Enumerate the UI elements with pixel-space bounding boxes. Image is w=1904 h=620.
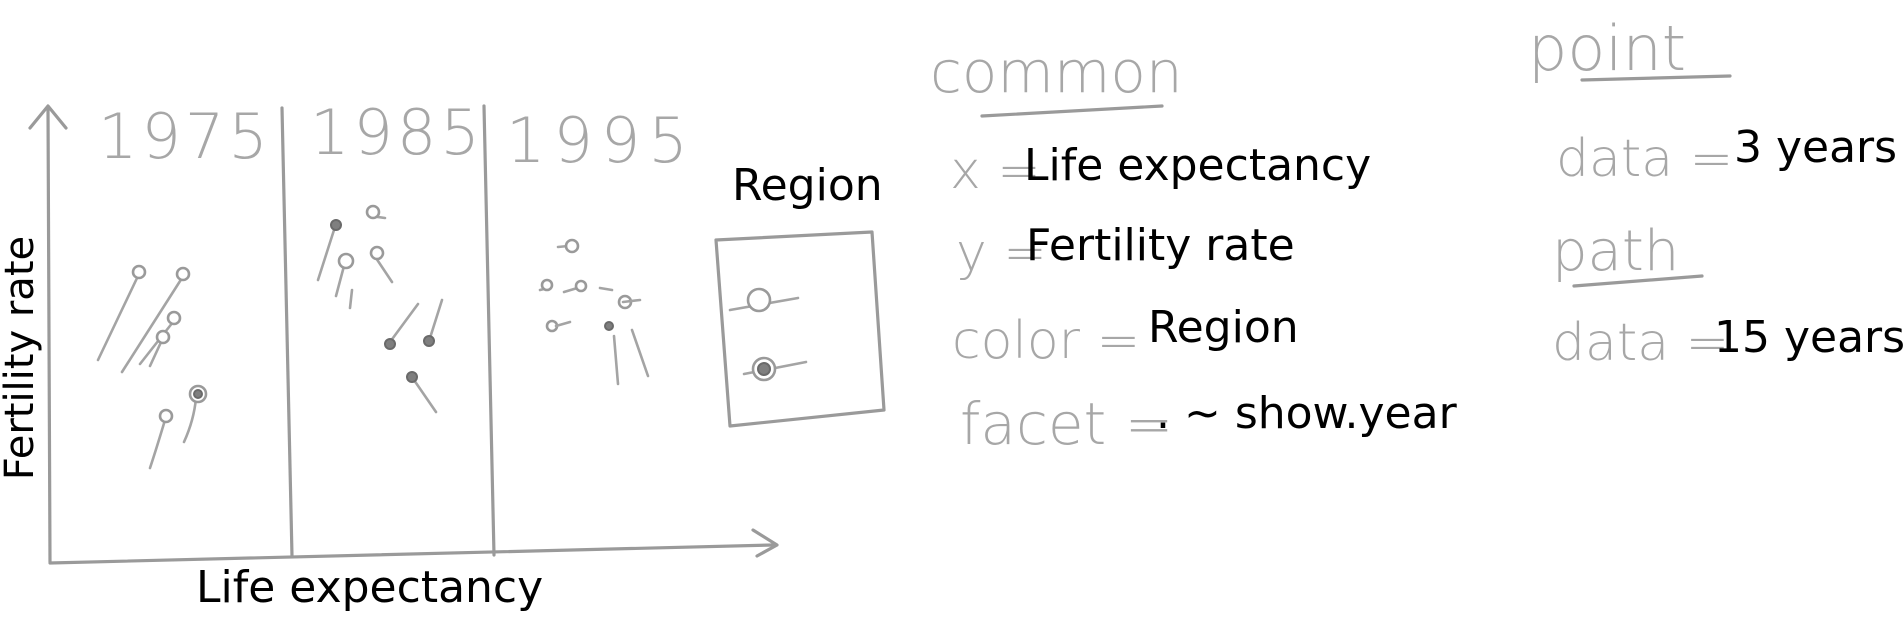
path-data-key: data = [1552,313,1729,373]
facet-value: . ~ show.year [1156,388,1457,439]
legend-key-open [746,287,772,313]
trail-path [554,320,572,328]
trail-path [412,378,438,414]
path-data-value: 15 years [1714,312,1904,363]
color-value: Region [1148,302,1299,353]
facet-1985-trails [316,204,444,414]
sketch-canvas: 1975 1985 1995 common x = y = color = fa… [0,0,1904,620]
trail-point-center [193,389,203,399]
trail-path [388,302,420,344]
point-heading: point [1528,12,1686,85]
color-key: color = [952,311,1140,371]
trail-path [182,396,198,444]
y-value: Fertility rate [1026,220,1295,271]
common-heading: common [930,38,1183,106]
trail-point [384,338,396,350]
trail-point [564,238,580,254]
x-axis-arrow [751,528,779,558]
legend-key-filled-center [757,362,771,376]
x-axis [48,543,775,565]
trail-point [369,245,385,261]
legend-box [714,230,886,428]
x-value: Life expectancy [1024,140,1372,191]
trail-path [148,418,167,470]
sketch-drawing: 1975 1985 1995 common x = y = color = fa… [28,12,1733,565]
trail-point [131,264,147,280]
trail-point [423,335,435,347]
trail-point [330,219,342,231]
facet-1995-trails [538,238,650,386]
trail-point [604,321,614,331]
trail-path [374,256,394,284]
trail-path [138,320,175,366]
facet-1975-trails [96,264,208,470]
facet-label-1985: 1985 [310,96,484,169]
point-data-key: data = [1556,129,1733,189]
facet-divider-2 [482,104,496,557]
trail-point [166,310,182,326]
trail-point [574,279,588,293]
trail-path [612,334,620,386]
trail-path [316,228,336,282]
trail-path [428,298,444,340]
facet-divider-1 [280,106,294,558]
trail-path [96,274,140,362]
facet-label-1975: 1975 [98,100,272,173]
y-axis [46,106,52,564]
y-axis-label: Fertility rate [0,235,43,481]
legend-title: Region [732,160,883,211]
trail-point [155,329,171,345]
facet-label-1995: 1995 [506,104,696,177]
x-axis-label: Life expectancy [196,562,544,613]
trail-path [598,286,614,292]
trail-point [175,266,191,282]
common-underline [980,104,1164,118]
trail-path [334,264,346,298]
path-heading: path [1552,219,1679,284]
facet-key: facet = [960,390,1173,458]
trail-point [406,371,418,383]
trail-path [348,288,354,310]
trail-point [365,204,381,220]
trail-path [630,328,650,378]
point-data-value: 3 years [1734,122,1898,173]
trail-point [540,278,554,292]
region-legend [714,230,886,428]
trail-point [337,252,355,270]
trail-point [158,408,174,424]
